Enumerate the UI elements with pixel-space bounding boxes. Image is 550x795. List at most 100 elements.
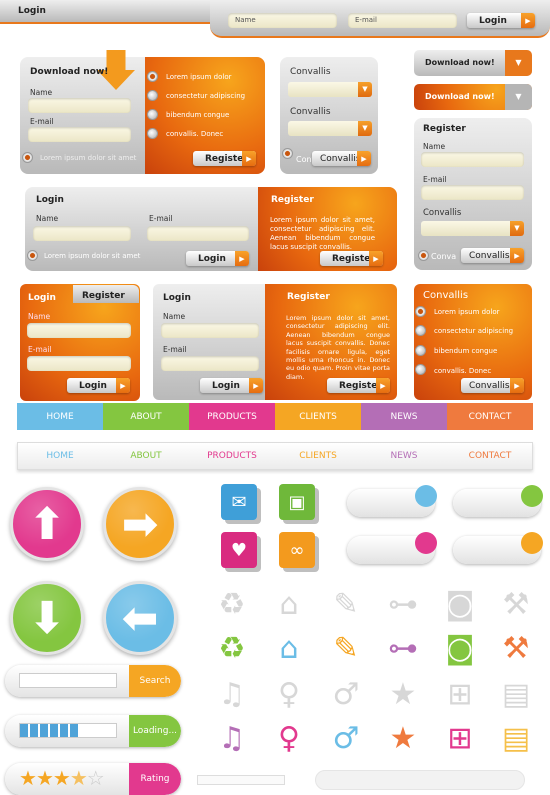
- music-icon-gray[interactable]: ♫: [211, 675, 253, 715]
- remember-radio[interactable]: [22, 152, 33, 163]
- camera-icon-gray[interactable]: ◙: [439, 585, 481, 625]
- toggle-switch[interactable]: [453, 485, 543, 517]
- wrench-icon-gray[interactable]: ⚒: [495, 585, 537, 625]
- convallis-button[interactable]: Convallis ▶: [461, 378, 524, 393]
- register-button[interactable]: Register ▶: [327, 378, 390, 393]
- nav-item-contact[interactable]: CONTACT: [447, 403, 533, 430]
- name-input[interactable]: Name: [228, 13, 337, 28]
- convallis-select[interactable]: ▼: [288, 82, 372, 97]
- option-radio[interactable]: [415, 306, 426, 317]
- toggle-knob[interactable]: [521, 532, 543, 554]
- email-input[interactable]: [147, 226, 249, 241]
- wrench-icon[interactable]: ⚒: [495, 629, 537, 669]
- star-half-icon[interactable]: ★: [70, 766, 88, 790]
- rating-stars[interactable]: ★★★★☆: [19, 766, 105, 790]
- convallis-button[interactable]: Convallis ▶: [461, 248, 524, 263]
- name-input[interactable]: [28, 98, 131, 113]
- name-input[interactable]: [161, 323, 259, 338]
- pencil-icon[interactable]: ✎: [325, 629, 367, 669]
- conva-radio[interactable]: [418, 250, 429, 261]
- star-empty-icon[interactable]: ☆: [87, 766, 105, 790]
- arrow-left-button[interactable]: ⬅: [103, 581, 177, 655]
- nav-item-clients[interactable]: CLIENTS: [275, 403, 361, 430]
- toggle-switch[interactable]: [453, 532, 543, 564]
- nav-item-about[interactable]: ABOUT: [103, 403, 189, 430]
- search-input[interactable]: [19, 673, 117, 688]
- option-radio[interactable]: [147, 128, 158, 139]
- camera-icon[interactable]: ◙: [439, 629, 481, 669]
- star-filled-icon[interactable]: ★: [53, 766, 71, 790]
- nav-item-news[interactable]: NEWS: [361, 442, 447, 470]
- nav-item-products[interactable]: PRODUCTS: [189, 442, 275, 470]
- nav-item-about[interactable]: ABOUT: [103, 442, 189, 470]
- email-input[interactable]: [27, 356, 131, 371]
- rating-button[interactable]: Rating: [129, 763, 181, 795]
- tab-login[interactable]: Login: [28, 293, 56, 303]
- tv-icon[interactable]: ▣: [279, 484, 315, 520]
- star-filled-icon[interactable]: ★: [19, 766, 37, 790]
- pencil-icon-gray[interactable]: ✎: [325, 585, 367, 625]
- nav-item-products[interactable]: PRODUCTS: [189, 403, 275, 430]
- name-input[interactable]: [33, 226, 131, 241]
- option-radio[interactable]: [147, 109, 158, 120]
- login-button[interactable]: Login ▶: [186, 251, 249, 266]
- film-icon[interactable]: ▤: [495, 719, 537, 759]
- login-button[interactable]: Login ▶: [200, 378, 263, 393]
- email-input[interactable]: [28, 127, 131, 142]
- name-input[interactable]: [421, 152, 524, 167]
- option-radio[interactable]: [147, 90, 158, 101]
- email-input[interactable]: E-mail: [348, 13, 457, 28]
- name-input[interactable]: [27, 323, 131, 338]
- heart-icon[interactable]: ♥: [221, 532, 257, 568]
- recycle-icon-gray[interactable]: ♻: [211, 585, 253, 625]
- star-icon-gray[interactable]: ★: [382, 675, 424, 715]
- arrow-up-button[interactable]: ⬆: [10, 487, 84, 561]
- house-icon-gray[interactable]: ⌂: [268, 585, 310, 625]
- option-radio[interactable]: [415, 325, 426, 336]
- nav-item-home[interactable]: HOME: [17, 442, 103, 470]
- download-now-button-gray[interactable]: Download now! ▼: [414, 50, 532, 76]
- gamepad-icon[interactable]: ⊶: [382, 629, 424, 669]
- login-button[interactable]: Login ▶: [467, 13, 535, 28]
- nav-item-news[interactable]: NEWS: [361, 403, 447, 430]
- convallis-button[interactable]: Convallis ▶: [312, 151, 371, 166]
- star-filled-icon[interactable]: ★: [36, 766, 54, 790]
- toggle-knob[interactable]: [521, 485, 543, 507]
- conva-radio[interactable]: [282, 148, 293, 159]
- option-radio[interactable]: [415, 364, 426, 375]
- search-button[interactable]: Search: [129, 665, 181, 697]
- nav-item-home[interactable]: HOME: [17, 403, 103, 430]
- remember-radio[interactable]: [27, 250, 38, 261]
- music-icon[interactable]: ♫: [211, 719, 253, 759]
- convallis-select[interactable]: ▼: [421, 221, 524, 236]
- nav-item-clients[interactable]: CLIENTS: [275, 442, 361, 470]
- man-icon-gray[interactable]: ♂: [325, 675, 367, 715]
- man-icon[interactable]: ♂: [325, 719, 367, 759]
- film-icon-gray[interactable]: ▤: [495, 675, 537, 715]
- cart-icon[interactable]: ⊞: [439, 719, 481, 759]
- toggle-knob[interactable]: [415, 485, 437, 507]
- option-radio[interactable]: [147, 71, 158, 82]
- woman-icon[interactable]: ♀: [268, 719, 310, 759]
- woman-icon-gray[interactable]: ♀: [268, 675, 310, 715]
- register-button[interactable]: Register ▶: [193, 151, 256, 166]
- link-icon[interactable]: ∞: [279, 532, 315, 568]
- recycle-icon[interactable]: ♻: [211, 629, 253, 669]
- toggle-knob[interactable]: [415, 532, 437, 554]
- convallis-select[interactable]: ▼: [288, 121, 372, 136]
- email-input[interactable]: [421, 185, 524, 200]
- cart-icon-gray[interactable]: ⊞: [439, 675, 481, 715]
- toggle-switch[interactable]: [347, 532, 437, 564]
- download-now-button-orange[interactable]: Download now! ▼: [414, 84, 532, 110]
- toggle-switch[interactable]: [347, 485, 437, 517]
- mail-icon[interactable]: ✉: [221, 484, 257, 520]
- register-button[interactable]: Register ▶: [320, 251, 383, 266]
- arrow-down-button[interactable]: ⬇: [10, 581, 84, 655]
- gamepad-icon-gray[interactable]: ⊶: [382, 585, 424, 625]
- star-icon[interactable]: ★: [382, 719, 424, 759]
- option-radio[interactable]: [415, 345, 426, 356]
- login-button[interactable]: Login ▶: [67, 378, 130, 393]
- arrow-right-button[interactable]: ➡: [103, 487, 177, 561]
- house-icon[interactable]: ⌂: [268, 629, 310, 669]
- email-input[interactable]: [161, 356, 259, 371]
